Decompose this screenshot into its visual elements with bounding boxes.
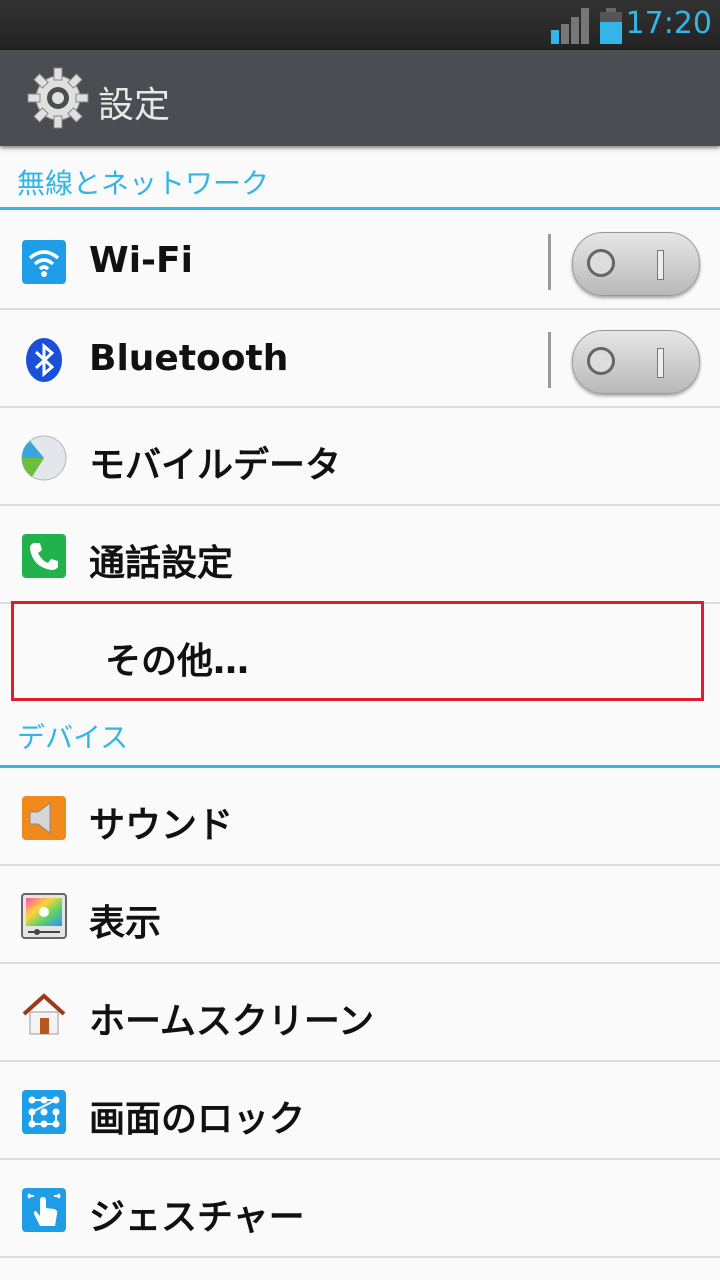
gear-icon[interactable]: [26, 66, 90, 130]
settings-item-label: 通話設定: [89, 543, 234, 584]
settings-item-label: サウンド: [89, 805, 234, 846]
settings-item-home-screen[interactable]: ホームスクリーン: [0, 964, 720, 1062]
section-title: 無線とネットワーク: [17, 167, 270, 200]
settings-item-display[interactable]: 表示: [0, 866, 720, 964]
wifi-toggle[interactable]: [572, 232, 700, 296]
row-divider: [0, 1256, 720, 1258]
separator: [548, 332, 551, 388]
page-title: 設定: [98, 85, 171, 126]
phone-icon: [22, 534, 66, 578]
bluetooth-icon: [26, 338, 62, 382]
highlight-box: [11, 601, 704, 701]
settings-item-label: モバイルデータ: [89, 445, 342, 486]
settings-item-label: Bluetooth: [89, 338, 289, 379]
settings-item-label: 画面のロック: [89, 1099, 306, 1140]
mobile-data-icon: [21, 435, 67, 481]
wifi-icon: [22, 240, 66, 284]
display-icon: [21, 893, 67, 939]
settings-item-bluetooth[interactable]: Bluetooth: [0, 310, 720, 408]
bluetooth-toggle[interactable]: [572, 330, 700, 394]
section-header-device: デバイス: [0, 706, 720, 768]
settings-item-mobile-data[interactable]: モバイルデータ: [0, 408, 720, 506]
gesture-hand-icon: [22, 1188, 66, 1232]
settings-item-wifi[interactable]: Wi-Fi: [0, 212, 720, 310]
section-divider: [0, 207, 720, 210]
settings-item-label: ホームスクリーン: [89, 1001, 375, 1042]
action-bar: 設定: [0, 50, 720, 146]
settings-item-label: 表示: [89, 903, 162, 944]
battery-icon: [600, 8, 622, 44]
section-title: デバイス: [17, 721, 129, 754]
home-icon: [22, 993, 66, 1035]
lock-pattern-icon: [22, 1090, 66, 1134]
signal-strength-icon: [551, 8, 591, 44]
speaker-icon: [22, 796, 66, 840]
settings-item-gestures[interactable]: ジェスチャー: [0, 1160, 720, 1258]
settings-item-call-settings[interactable]: 通話設定: [0, 506, 720, 604]
separator: [548, 234, 551, 290]
settings-item-screen-lock[interactable]: 画面のロック: [0, 1062, 720, 1160]
settings-item-label: Wi-Fi: [89, 240, 193, 281]
settings-item-sound[interactable]: サウンド: [0, 768, 720, 866]
section-header-wireless: 無線とネットワーク: [0, 148, 720, 210]
status-bar: 17:20: [0, 0, 720, 50]
settings-item-label: ジェスチャー: [89, 1197, 305, 1238]
status-time: 17:20: [625, 6, 712, 41]
